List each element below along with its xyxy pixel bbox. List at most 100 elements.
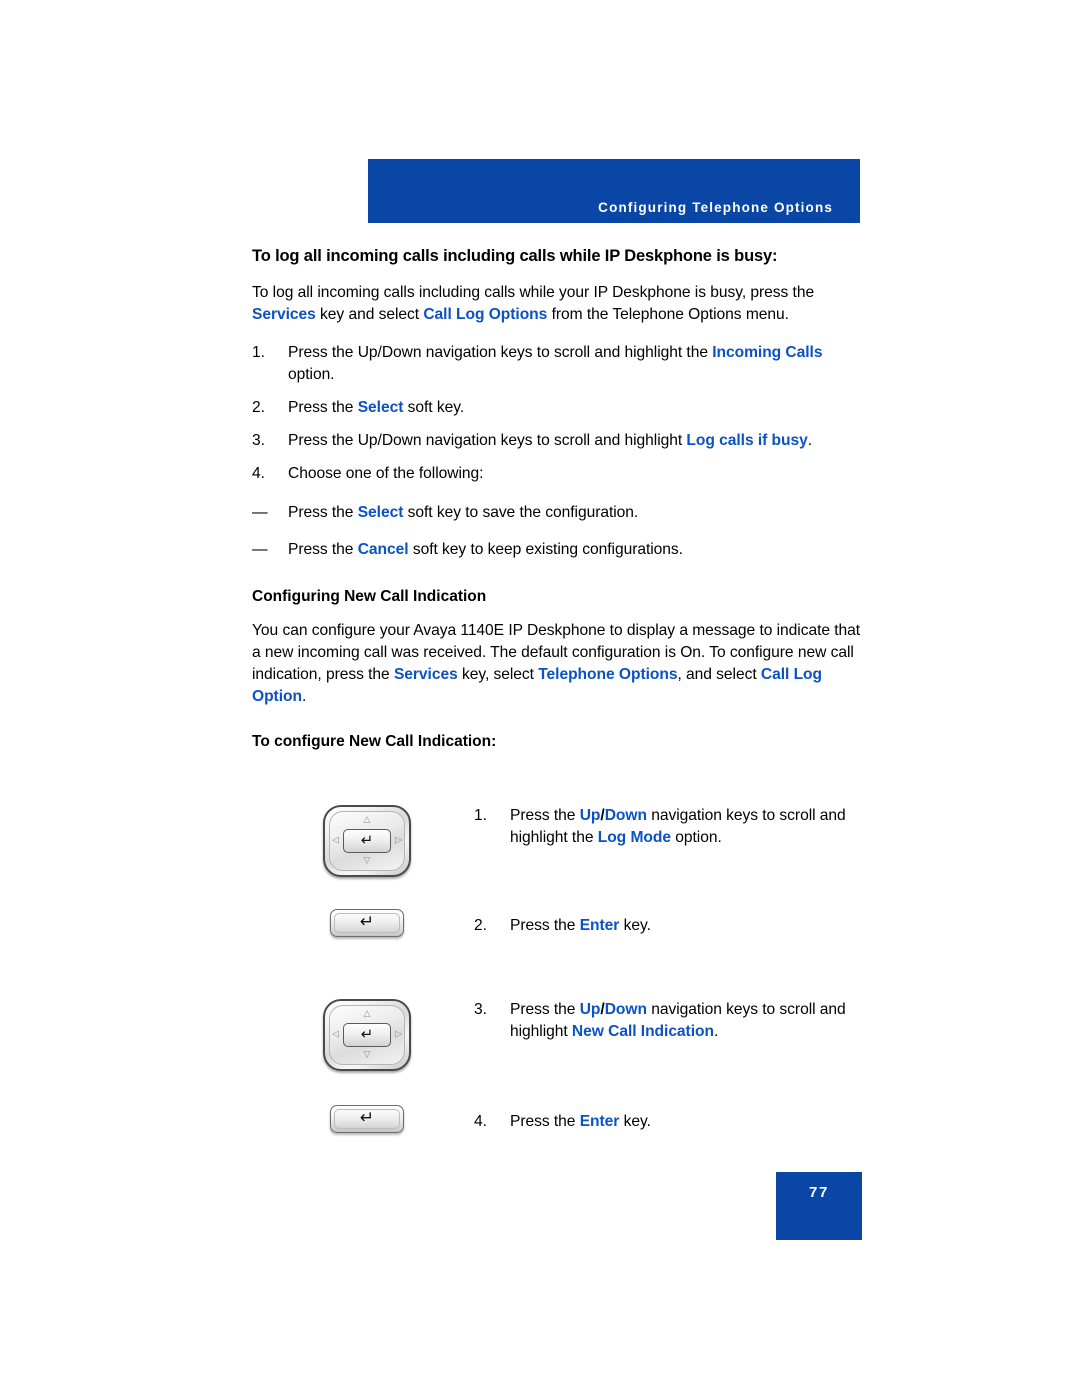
key-step-row: ↵ 4. Press the Enter key. bbox=[252, 1105, 872, 1171]
dash-text-part2: soft key to keep existing configurations… bbox=[408, 540, 683, 558]
intro-text-part2: key and select bbox=[315, 305, 424, 323]
arrow-right-icon: ▷ bbox=[395, 1029, 402, 1040]
text-part1: Press the bbox=[510, 917, 580, 934]
text-part1: Press the bbox=[510, 1113, 580, 1130]
term-new-call-indication: New Call Indication bbox=[571, 1022, 714, 1040]
step-text-part2: soft key. bbox=[403, 398, 465, 416]
document-page: Configuring Telephone Options To log all… bbox=[0, 0, 1080, 1397]
term-log-mode: Log Mode bbox=[597, 828, 671, 846]
section1-step-list: 1. Press the Up/Down navigation keys to s… bbox=[252, 342, 872, 485]
step-text-part1: Press the Up/Down navigation keys to scr… bbox=[288, 343, 713, 361]
page-number: 77 bbox=[809, 1184, 829, 1201]
dash-text-part1: Press the bbox=[288, 540, 358, 558]
term-down: Down bbox=[604, 807, 647, 824]
list-item: 4. Choose one of the following: bbox=[252, 463, 872, 485]
text-part3: key. bbox=[619, 917, 651, 934]
step-text-part1: Press the Up/Down navigation keys to scr… bbox=[288, 431, 687, 449]
key-steps-section: △ ▽ ◁ ▷ ↵ 1. Press the Up/Down navigation… bbox=[252, 805, 872, 1171]
em-dash-bullet: — bbox=[252, 540, 268, 558]
term-down: Down bbox=[604, 1001, 647, 1018]
icon-cell: ↵ bbox=[312, 909, 422, 937]
term-log-calls-if-busy: Log calls if busy bbox=[686, 431, 808, 449]
section2-body-paragraph: You can configure your Avaya 1140E IP De… bbox=[252, 620, 872, 708]
dash-text-part1: Press the bbox=[288, 503, 358, 521]
arrow-left-icon: ◁ bbox=[332, 835, 339, 846]
arrow-up-icon: △ bbox=[363, 1009, 371, 1019]
arrow-down-icon: ▽ bbox=[363, 856, 371, 866]
navigation-cluster-key-icon: △ ▽ ◁ ▷ ↵ bbox=[323, 999, 411, 1071]
intro-text-part3: from the Telephone Options menu. bbox=[547, 305, 789, 323]
key-step-text: 3. Press the Up/Down navigation keys to s… bbox=[474, 999, 872, 1043]
em-dash-bullet: — bbox=[252, 503, 268, 521]
navigation-cluster-key-icon: △ ▽ ◁ ▷ ↵ bbox=[323, 805, 411, 877]
term-services: Services bbox=[252, 305, 316, 323]
term-up: Up bbox=[579, 1001, 601, 1018]
page-number-box: 77 bbox=[776, 1172, 862, 1240]
key-step-row: △ ▽ ◁ ▷ ↵ 3. Press the Up/Down navigation… bbox=[252, 999, 872, 1089]
step-number: 1. bbox=[252, 343, 265, 361]
step-text-part1: Choose one of the following: bbox=[288, 464, 484, 482]
step-text-part2: . bbox=[807, 431, 813, 449]
enter-arrow-icon: ↵ bbox=[359, 912, 375, 932]
arrow-right-icon: ▷ bbox=[395, 835, 402, 846]
header-banner: Configuring Telephone Options bbox=[368, 159, 860, 223]
list-item: 2. Press the Select soft key. bbox=[252, 397, 872, 419]
list-item: 3. Press the Up/Down navigation keys to s… bbox=[252, 430, 872, 452]
enter-key-icon: ↵ bbox=[330, 909, 404, 937]
list-item: — Press the Cancel soft key to keep exist… bbox=[252, 539, 872, 561]
term-cancel: Cancel bbox=[357, 540, 409, 558]
enter-arrow-icon: ↵ bbox=[360, 1025, 374, 1043]
body-text-part3: , and select bbox=[677, 666, 761, 684]
text-part3: . bbox=[713, 1022, 719, 1040]
step-text-part1: Press the bbox=[288, 398, 358, 416]
term-select: Select bbox=[357, 503, 404, 521]
step-text-part2: option. bbox=[288, 365, 335, 383]
text-part3: option. bbox=[670, 828, 722, 846]
enter-key-icon: ↵ bbox=[330, 1105, 404, 1133]
text-part1: Press the bbox=[510, 1001, 580, 1018]
key-step-text: 4. Press the Enter key. bbox=[474, 1111, 872, 1133]
step-number: 2. bbox=[252, 398, 265, 416]
arrow-left-icon: ◁ bbox=[332, 1029, 339, 1040]
key-step-text: 2. Press the Enter key. bbox=[474, 915, 872, 937]
section1-intro-paragraph: To log all incoming calls including call… bbox=[252, 282, 872, 326]
step-number: 4. bbox=[474, 1113, 487, 1130]
term-call-log-options: Call Log Options bbox=[423, 305, 548, 323]
section-heading-log-all-incoming-calls: To log all incoming calls including call… bbox=[252, 247, 778, 265]
text-part3: key. bbox=[619, 1113, 651, 1130]
key-step-text: 1. Press the Up/Down navigation keys to s… bbox=[474, 805, 872, 849]
term-incoming-calls: Incoming Calls bbox=[712, 343, 823, 361]
intro-text-part1: To log all incoming calls including call… bbox=[252, 283, 815, 301]
step-number: 4. bbox=[252, 464, 265, 482]
step-number: 3. bbox=[474, 1001, 487, 1018]
enter-arrow-icon: ↵ bbox=[359, 1108, 375, 1128]
list-item: — Press the Select soft key to save the c… bbox=[252, 502, 872, 524]
text-part1: Press the bbox=[510, 807, 580, 824]
list-item: 1. Press the Up/Down navigation keys to s… bbox=[252, 342, 872, 386]
body-text-part2: key, select bbox=[457, 666, 539, 684]
term-services: Services bbox=[393, 666, 458, 684]
icon-cell: △ ▽ ◁ ▷ ↵ bbox=[312, 805, 422, 877]
dash-text-part2: soft key to save the configuration. bbox=[403, 503, 639, 521]
term-enter: Enter bbox=[579, 1113, 620, 1130]
enter-center-button: ↵ bbox=[343, 829, 391, 853]
term-up: Up bbox=[579, 807, 601, 824]
key-step-row: ↵ 2. Press the Enter key. bbox=[252, 909, 872, 985]
step-number: 2. bbox=[474, 917, 487, 934]
term-enter: Enter bbox=[579, 917, 620, 934]
main-content: To log all incoming calls including call… bbox=[252, 246, 872, 765]
section-heading-configuring-new-call-indication: Configuring New Call Indication bbox=[252, 587, 487, 605]
sub-heading-to-configure-new-call-indication: To configure New Call Indication: bbox=[252, 733, 497, 751]
arrow-up-icon: △ bbox=[363, 815, 371, 825]
term-telephone-options: Telephone Options bbox=[538, 666, 678, 684]
enter-arrow-icon: ↵ bbox=[360, 831, 374, 849]
body-text-part4: . bbox=[301, 688, 307, 706]
key-step-row: △ ▽ ◁ ▷ ↵ 1. Press the Up/Down navigation… bbox=[252, 805, 872, 895]
header-banner-title: Configuring Telephone Options bbox=[598, 200, 833, 215]
step-number: 1. bbox=[474, 807, 487, 824]
term-select: Select bbox=[357, 398, 404, 416]
icon-cell: ↵ bbox=[312, 1105, 422, 1133]
arrow-down-icon: ▽ bbox=[363, 1050, 371, 1060]
enter-center-button: ↵ bbox=[343, 1023, 391, 1047]
step-number: 3. bbox=[252, 431, 265, 449]
